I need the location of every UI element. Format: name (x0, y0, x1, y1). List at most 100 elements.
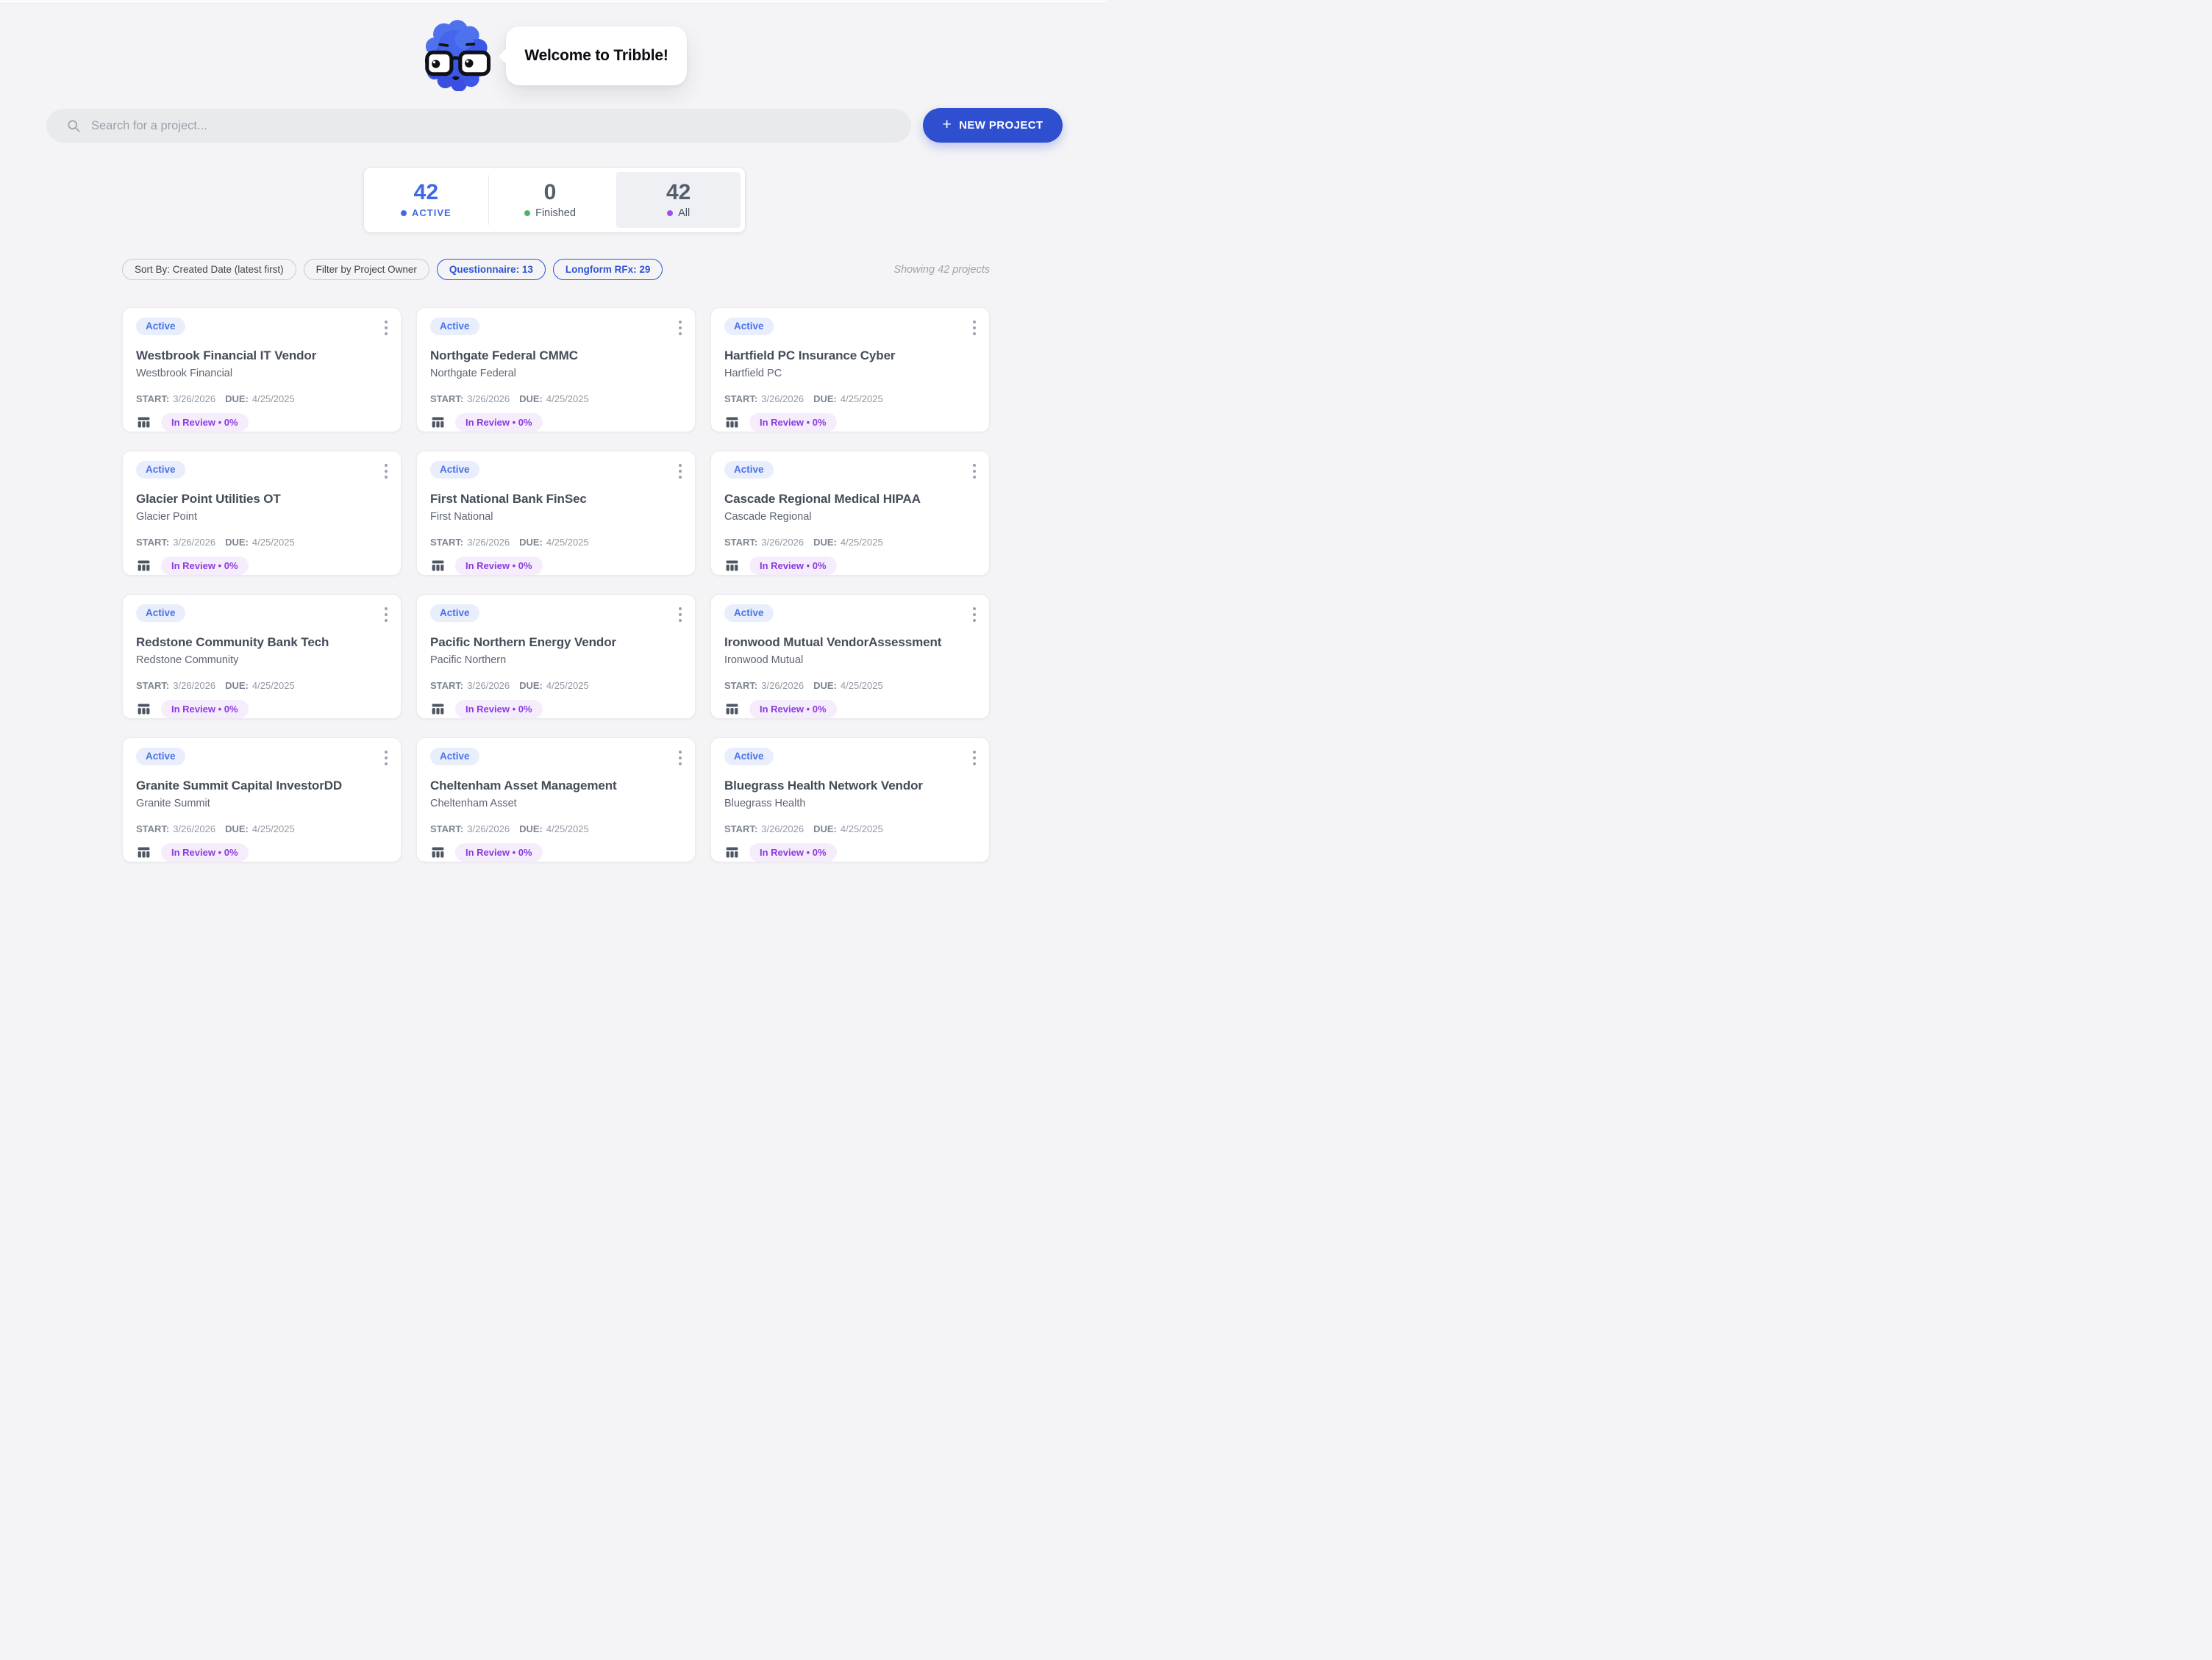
stat-all[interactable]: 42 All (616, 172, 741, 228)
sort-by-chip[interactable]: Sort By: Created Date (latest first) (122, 259, 296, 280)
card-menu-button[interactable] (674, 318, 686, 338)
due-date: 4/25/2025 (841, 823, 883, 834)
start-date: 3/26/2026 (761, 393, 804, 404)
search-input[interactable] (91, 119, 896, 133)
card-header: Active (724, 318, 976, 338)
card-status-row: In Review • 0% (136, 843, 388, 862)
start-label: START: (430, 537, 463, 548)
project-dates: START: 3/26/2026 DUE: 4/25/2025 (430, 537, 682, 548)
project-card[interactable]: Active Pacific Northern Energy Vendor Pa… (416, 594, 696, 719)
project-card[interactable]: Active Granite Summit Capital InvestorDD… (122, 737, 402, 862)
project-card[interactable]: Active Redstone Community Bank Tech Reds… (122, 594, 402, 719)
due-date: 4/25/2025 (841, 537, 883, 548)
stat-finished[interactable]: 0 Finished (488, 168, 613, 232)
start-date: 3/26/2026 (467, 680, 510, 691)
status-badge: Active (430, 604, 479, 622)
tribble-mascot (425, 19, 493, 91)
due-date: 4/25/2025 (546, 393, 589, 404)
start-label: START: (136, 823, 169, 834)
due-label: DUE: (813, 823, 837, 834)
kebab-dot-icon (385, 464, 388, 467)
project-card[interactable]: Active Cascade Regional Medical HIPAA Ca… (710, 451, 990, 576)
filter-owner-chip[interactable]: Filter by Project Owner (304, 259, 429, 280)
status-badge: Active (724, 604, 774, 622)
project-dates: START: 3/26/2026 DUE: 4/25/2025 (430, 680, 682, 691)
start-label: START: (430, 823, 463, 834)
project-card[interactable]: Active Ironwood Mutual VendorAssessment … (710, 594, 990, 719)
review-progress-badge: In Review • 0% (455, 843, 543, 862)
stat-active[interactable]: 42 ACTIVE (364, 168, 488, 232)
status-badge: Active (136, 748, 185, 765)
project-dates: START: 3/26/2026 DUE: 4/25/2025 (136, 393, 388, 404)
kebab-dot-icon (973, 321, 976, 323)
kebab-dot-icon (385, 613, 388, 616)
kebab-dot-icon (973, 464, 976, 467)
project-organization: Westbrook Financial (136, 368, 388, 379)
start-label: START: (430, 393, 463, 404)
kebab-dot-icon (385, 762, 388, 765)
card-menu-button[interactable] (968, 604, 980, 625)
project-title: Redstone Community Bank Tech (136, 635, 388, 650)
kebab-dot-icon (385, 756, 388, 759)
kebab-dot-icon (385, 476, 388, 479)
card-menu-button[interactable] (968, 318, 980, 338)
start-date: 3/26/2026 (173, 680, 215, 691)
new-project-label: NEW PROJECT (959, 119, 1043, 132)
showing-projects-count: Showing 42 projects (893, 264, 990, 276)
new-project-button[interactable]: + NEW PROJECT (923, 108, 1063, 143)
longform-rfx-filter-chip[interactable]: Longform RFx: 29 (553, 259, 663, 280)
card-status-row: In Review • 0% (430, 557, 682, 575)
start-date: 3/26/2026 (761, 680, 804, 691)
card-menu-button[interactable] (674, 748, 686, 768)
card-menu-button[interactable] (674, 604, 686, 625)
project-organization: Glacier Point (136, 511, 388, 523)
questionnaire-filter-chip[interactable]: Questionnaire: 13 (437, 259, 546, 280)
project-card[interactable]: Active Cheltenham Asset Management Chelt… (416, 737, 696, 862)
welcome-text: Welcome to Tribble! (524, 47, 668, 65)
card-menu-button[interactable] (380, 461, 392, 482)
kebab-dot-icon (679, 756, 682, 759)
project-card[interactable]: Active Westbrook Financial IT Vendor Wes… (122, 307, 402, 432)
start-label: START: (136, 393, 169, 404)
active-label: ACTIVE (412, 207, 452, 218)
due-label: DUE: (519, 393, 543, 404)
card-menu-button[interactable] (968, 461, 980, 482)
card-menu-button[interactable] (380, 748, 392, 768)
card-status-row: In Review • 0% (724, 413, 976, 432)
card-header: Active (430, 604, 682, 625)
project-dates: START: 3/26/2026 DUE: 4/25/2025 (136, 823, 388, 834)
table-icon (136, 845, 151, 860)
filter-row: Sort By: Created Date (latest first) Fil… (122, 259, 990, 280)
project-card[interactable]: Active Glacier Point Utilities OT Glacie… (122, 451, 402, 576)
card-status-row: In Review • 0% (430, 700, 682, 718)
table-icon (724, 415, 740, 430)
card-menu-button[interactable] (968, 748, 980, 768)
kebab-dot-icon (385, 607, 388, 610)
kebab-dot-icon (679, 321, 682, 323)
card-header: Active (430, 318, 682, 338)
project-title: Glacier Point Utilities OT (136, 492, 388, 507)
kebab-dot-icon (385, 332, 388, 335)
project-title: Hartfield PC Insurance Cyber (724, 348, 976, 363)
card-menu-button[interactable] (380, 604, 392, 625)
project-card[interactable]: Active Northgate Federal CMMC Northgate … (416, 307, 696, 432)
project-card[interactable]: Active Bluegrass Health Network Vendor B… (710, 737, 990, 862)
status-badge: Active (724, 461, 774, 479)
card-menu-button[interactable] (674, 461, 686, 482)
card-status-row: In Review • 0% (136, 700, 388, 718)
due-label: DUE: (813, 537, 837, 548)
due-date: 4/25/2025 (546, 537, 589, 548)
card-status-row: In Review • 0% (724, 557, 976, 575)
all-count: 42 (666, 182, 691, 204)
due-date: 4/25/2025 (546, 823, 589, 834)
project-card[interactable]: Active Hartfield PC Insurance Cyber Hart… (710, 307, 990, 432)
review-progress-badge: In Review • 0% (161, 700, 249, 718)
kebab-dot-icon (679, 762, 682, 765)
project-card[interactable]: Active First National Bank FinSec First … (416, 451, 696, 576)
kebab-dot-icon (385, 321, 388, 323)
status-badge: Active (136, 604, 185, 622)
card-menu-button[interactable] (380, 318, 392, 338)
finished-count: 0 (544, 182, 557, 204)
kebab-dot-icon (973, 470, 976, 473)
kebab-dot-icon (385, 619, 388, 622)
